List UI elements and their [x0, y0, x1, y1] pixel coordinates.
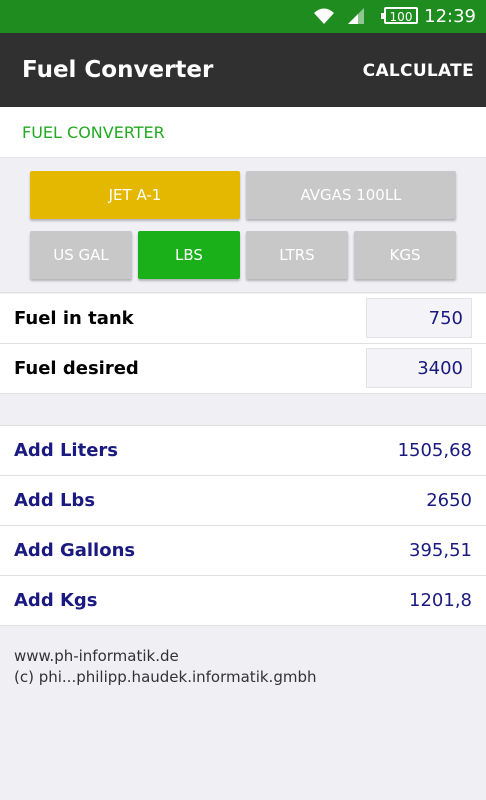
add-kgs-value: 1201,8 — [409, 590, 472, 611]
fuel-type-avgas-button[interactable]: AVGAS 100LL — [246, 171, 456, 219]
copyright-text: (c) phi...philipp.haudek.informatik.gmbh — [14, 668, 317, 686]
clock: 12:39 — [424, 6, 476, 27]
status-bar: 100 12:39 — [0, 0, 486, 33]
add-gallons-label: Add Gallons — [14, 540, 136, 561]
add-lbs-value: 2650 — [426, 490, 472, 511]
fuel-in-tank-label: Fuel in tank — [14, 308, 134, 329]
fuel-in-tank-row: Fuel in tank 750 — [0, 294, 486, 344]
result-row: Add Liters 1505,68 — [0, 426, 486, 476]
app-title: Fuel Converter — [22, 57, 214, 83]
website-link[interactable]: www.ph-informatik.de — [14, 646, 316, 667]
fuel-desired-row: Fuel desired 3400 — [0, 344, 486, 394]
unit-kgs-button[interactable]: KGS — [354, 231, 456, 279]
add-kgs-label: Add Kgs — [14, 590, 98, 611]
fuel-desired-value: 3400 — [417, 358, 463, 379]
unit-us-gal-button[interactable]: US GAL — [30, 231, 132, 279]
unit-ltrs-button[interactable]: LTRS — [246, 231, 348, 279]
fuel-desired-input[interactable]: 3400 — [366, 348, 472, 388]
result-row: Add Kgs 1201,8 — [0, 576, 486, 626]
signal-icon — [346, 6, 366, 30]
fuel-in-tank-value: 750 — [428, 308, 463, 329]
add-gallons-value: 395,51 — [409, 540, 472, 561]
unit-lbs-button[interactable]: LBS — [138, 231, 240, 279]
fuel-in-tank-input[interactable]: 750 — [366, 298, 472, 338]
add-lbs-label: Add Lbs — [14, 490, 96, 511]
fuel-type-jet-a1-button[interactable]: JET A-1 — [30, 171, 240, 219]
app-bar: Fuel Converter CALCULATE — [0, 33, 486, 107]
result-row: Add Lbs 2650 — [0, 476, 486, 526]
result-row: Add Gallons 395,51 — [0, 526, 486, 576]
add-liters-value: 1505,68 — [397, 440, 472, 461]
fuel-desired-label: Fuel desired — [14, 358, 139, 379]
add-liters-label: Add Liters — [14, 440, 119, 461]
section-header-label: FUEL CONVERTER — [22, 123, 165, 142]
divider — [0, 292, 486, 293]
battery-indicator: 100 — [381, 7, 418, 24]
calculate-button[interactable]: CALCULATE — [363, 61, 474, 81]
section-header: FUEL CONVERTER — [0, 107, 486, 158]
footer: www.ph-informatik.de (c) phi...philipp.h… — [14, 646, 316, 688]
wifi-icon — [312, 6, 336, 30]
